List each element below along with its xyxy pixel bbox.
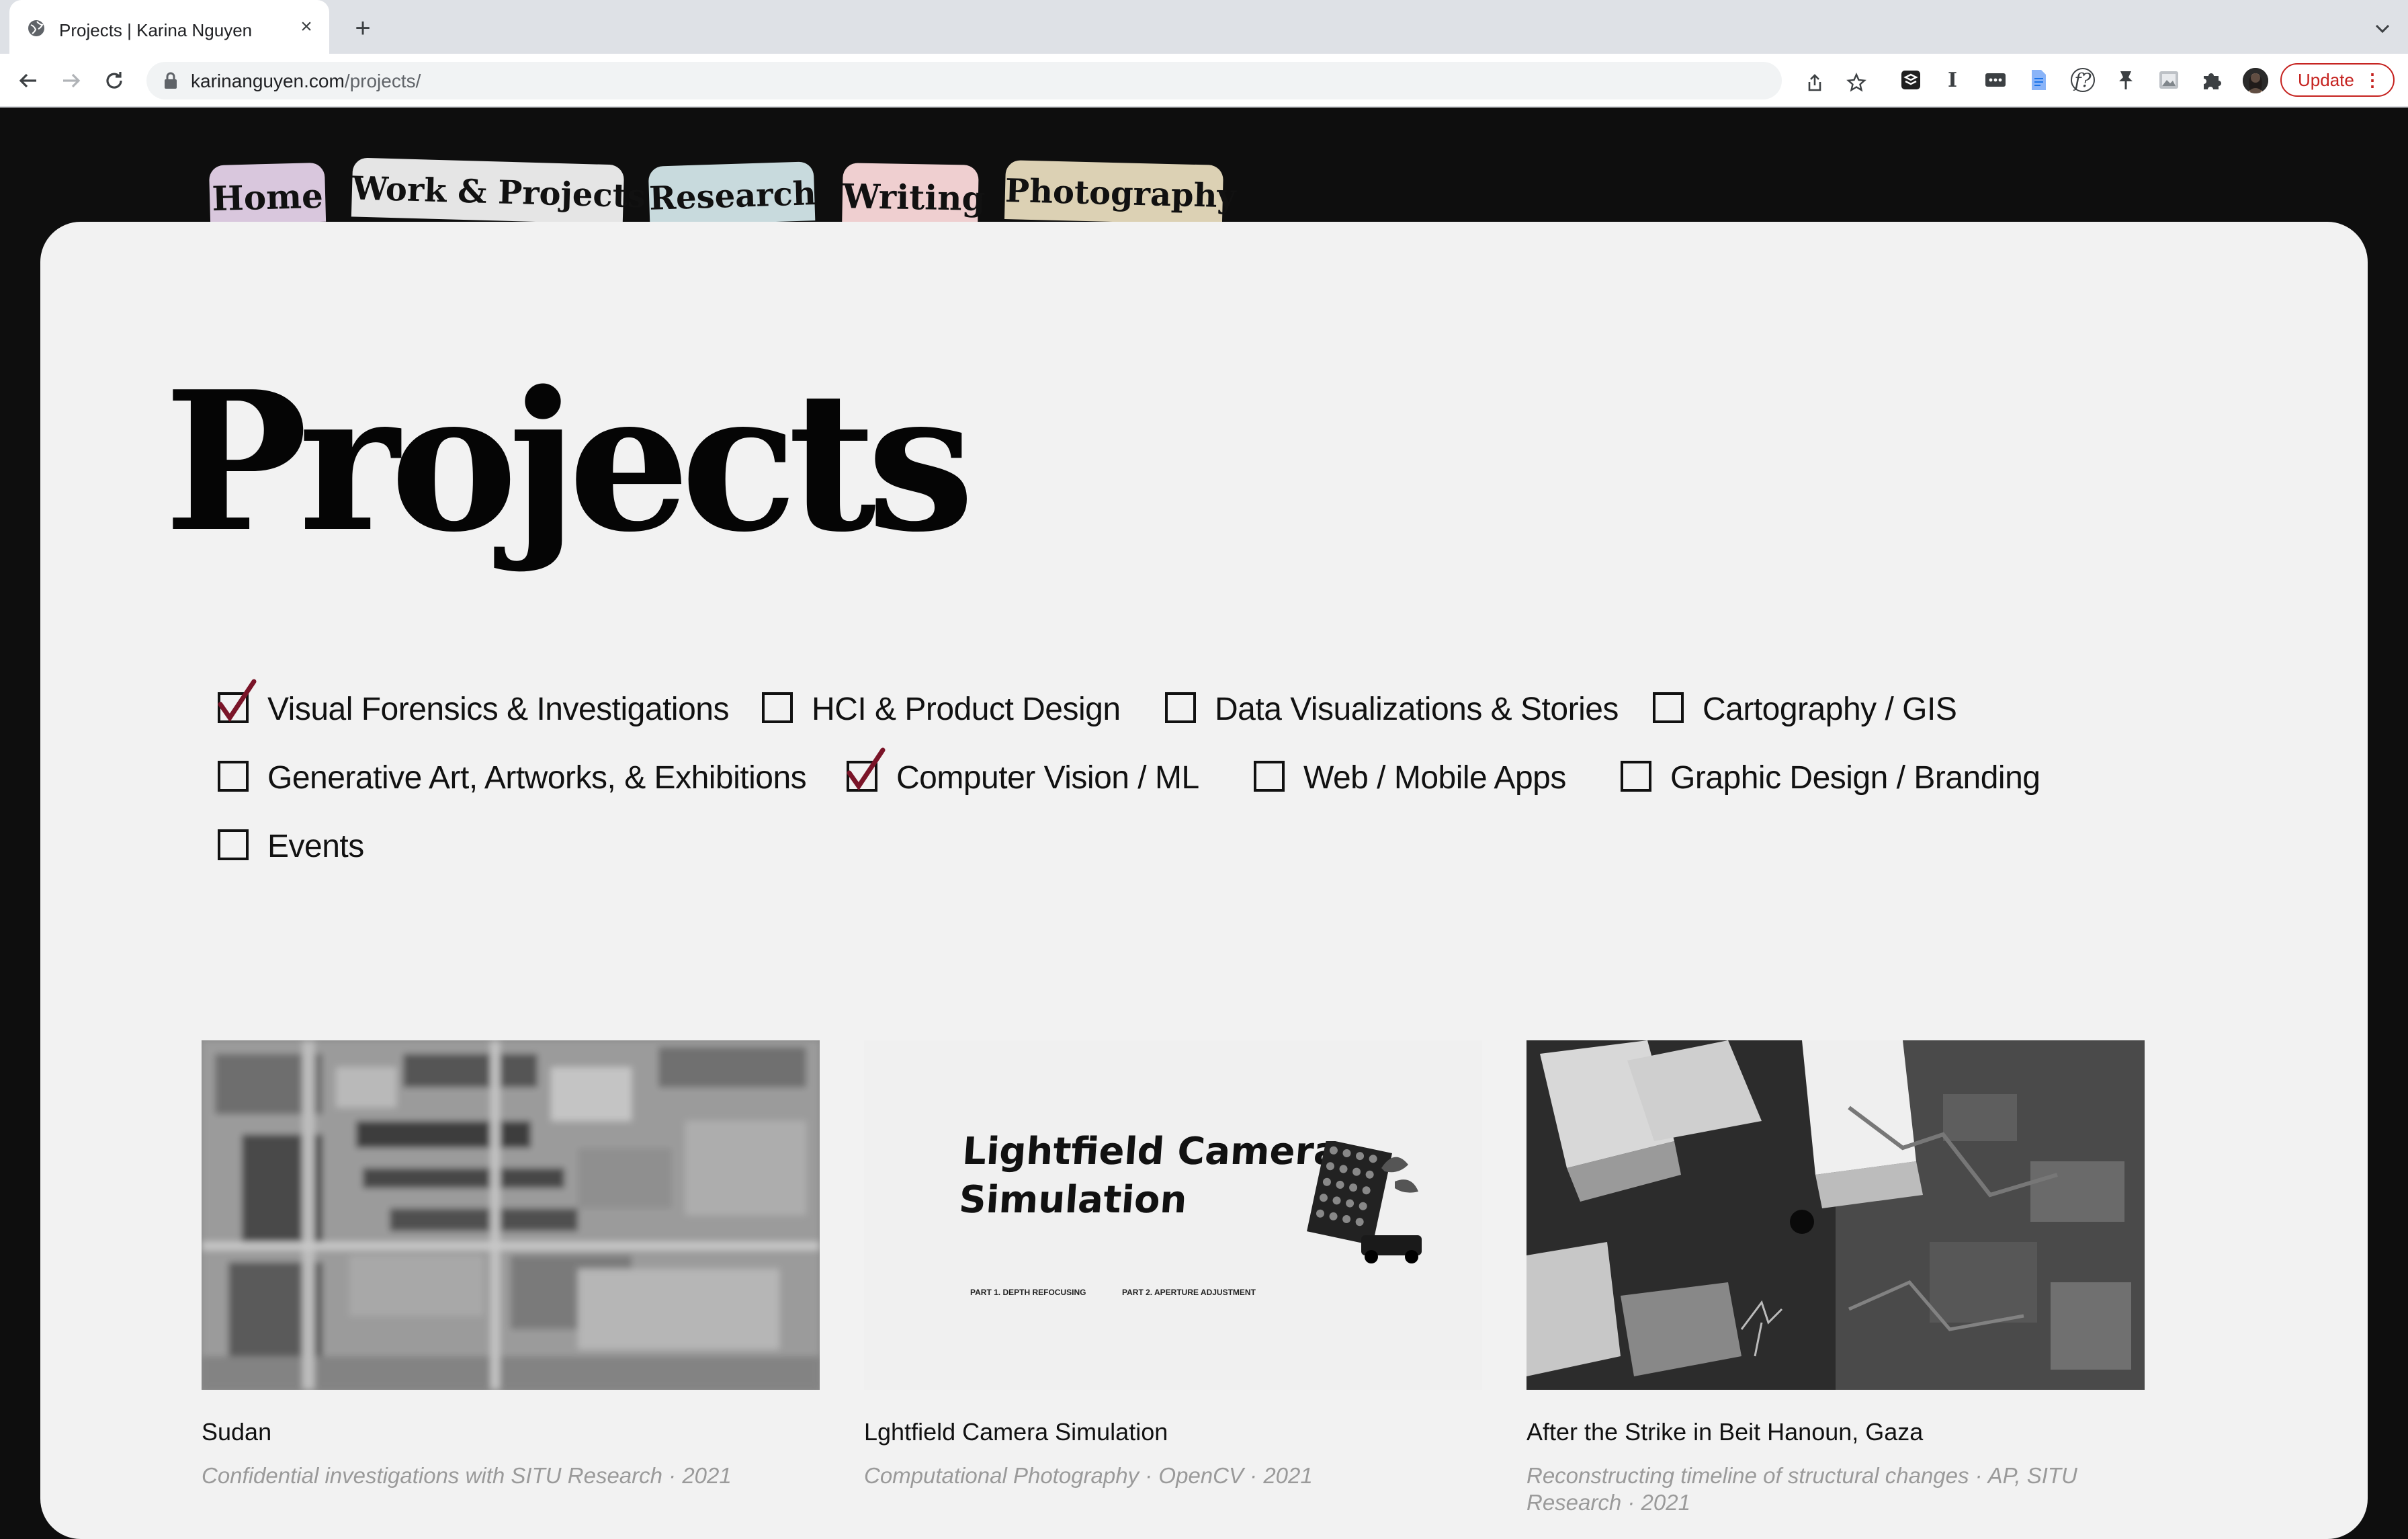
checkbox[interactable]: [1621, 761, 1651, 792]
new-tab-button[interactable]: +: [348, 13, 378, 43]
extension-layers-icon[interactable]: [1899, 68, 1923, 92]
nav-tab-work-projects[interactable]: Work & Projects: [351, 157, 646, 224]
nav-tab-research[interactable]: Research: [648, 161, 816, 226]
extension-pin-icon[interactable]: [2114, 68, 2138, 92]
extension-password-icon[interactable]: [1983, 68, 2008, 92]
thumb-part-1-label: PART 1. DEPTH REFOCUSING: [970, 1288, 1086, 1297]
filter-label: Cartography / GIS: [1703, 692, 1957, 727]
checkmark-icon: [218, 679, 257, 722]
nav-tab-writing[interactable]: Writing: [842, 163, 986, 224]
url-domain: karinanguyen.com: [191, 71, 345, 91]
blurred-satellite-image-icon: [202, 1040, 820, 1390]
project-subtitle: Confidential investigations with SITU Re…: [202, 1463, 732, 1488]
tab-title: Projects | Karina Nguyen: [59, 20, 253, 40]
project-subtitle: Computational Photography · OpenCV · 202…: [864, 1463, 1313, 1488]
checkbox[interactable]: [218, 761, 249, 792]
filter-label: Computer Vision / ML: [896, 760, 1199, 796]
browser-tab-strip: Projects | Karina Nguyen × +: [0, 0, 2408, 55]
reload-icon[interactable]: [101, 67, 128, 94]
project-thumbnail[interactable]: [1526, 1040, 2145, 1390]
project-title[interactable]: After the Strike in Beit Hanoun, Gaza: [1526, 1418, 1923, 1446]
extension-instapaper-icon[interactable]: I: [1940, 68, 1965, 92]
page-title: Projects: [164, 349, 975, 575]
forward-arrow-icon[interactable]: [58, 67, 85, 94]
browser-tab-active[interactable]: Projects | Karina Nguyen ×: [9, 0, 329, 55]
filter-label: Generative Art, Artworks, & Exhibitions: [267, 760, 807, 796]
checkbox[interactable]: [1165, 692, 1196, 723]
project-title[interactable]: Lghtfield Camera Simulation: [864, 1418, 1168, 1446]
extension-docs-icon[interactable]: [2026, 68, 2051, 92]
extension-image-icon[interactable]: [2157, 68, 2181, 92]
thumb-heading-line-1: Lightfield Camera: [961, 1130, 1341, 1173]
nav-tab-photography[interactable]: Photography: [1004, 160, 1236, 224]
checkmark-icon: [847, 747, 886, 791]
address-bar[interactable]: karinanguyen.com/projects/: [146, 62, 1866, 99]
profile-avatar[interactable]: [2243, 68, 2268, 93]
checkbox[interactable]: [762, 692, 793, 723]
url-path: /projects/: [344, 71, 421, 91]
filter-label: HCI & Product Design: [812, 692, 1121, 727]
chevron-down-icon[interactable]: [2370, 16, 2395, 40]
filter-label: Web / Mobile Apps: [1303, 760, 1566, 796]
globe-icon: [28, 20, 44, 36]
profile-photo-icon: [2243, 68, 2268, 93]
share-icon[interactable]: [1805, 73, 1825, 93]
close-tab-icon[interactable]: ×: [294, 15, 318, 39]
bookmark-star-icon[interactable]: [1846, 73, 1866, 93]
project-thumbnail[interactable]: [202, 1040, 820, 1390]
back-arrow-icon[interactable]: [15, 67, 42, 94]
thumb-heading-line-2: Simulation: [957, 1178, 1189, 1222]
filter-label: Events: [267, 829, 364, 864]
update-button[interactable]: Update ⋮: [2280, 63, 2395, 97]
project-title[interactable]: Sudan: [202, 1418, 271, 1446]
project-subtitle: Reconstructing timeline of structural ch…: [1526, 1463, 2077, 1515]
project-thumbnail[interactable]: Lightfield Camera Simulation PART 1. DEP…: [864, 1040, 1482, 1390]
checkbox[interactable]: [1653, 692, 1684, 723]
filter-label: Visual Forensics & Investigations: [267, 692, 729, 727]
3d-reconstruction-aerial-icon: [1526, 1040, 2145, 1390]
camera-array-icon: [1307, 1141, 1422, 1263]
lock-icon[interactable]: [163, 71, 179, 90]
filter-label: Graphic Design / Branding: [1670, 760, 2040, 796]
nav-tab-home[interactable]: Home: [208, 162, 327, 225]
browser-toolbar: karinanguyen.com/projects/ I f? Update ⋮: [0, 54, 2408, 108]
update-label: Update: [2298, 70, 2354, 90]
extension-font-identifier-icon[interactable]: f?: [2071, 68, 2095, 92]
browser-menu-icon[interactable]: ⋮: [2364, 65, 2381, 95]
filter-label: Data Visualizations & Stories: [1215, 692, 1619, 727]
url-text: karinanguyen.com/projects/: [191, 71, 421, 92]
checkbox[interactable]: [218, 829, 249, 860]
thumb-part-2-label: PART 2. APERTURE ADJUSTMENT: [1122, 1288, 1256, 1297]
checkbox[interactable]: [1254, 761, 1285, 792]
extensions-puzzle-icon[interactable]: [2200, 68, 2224, 92]
